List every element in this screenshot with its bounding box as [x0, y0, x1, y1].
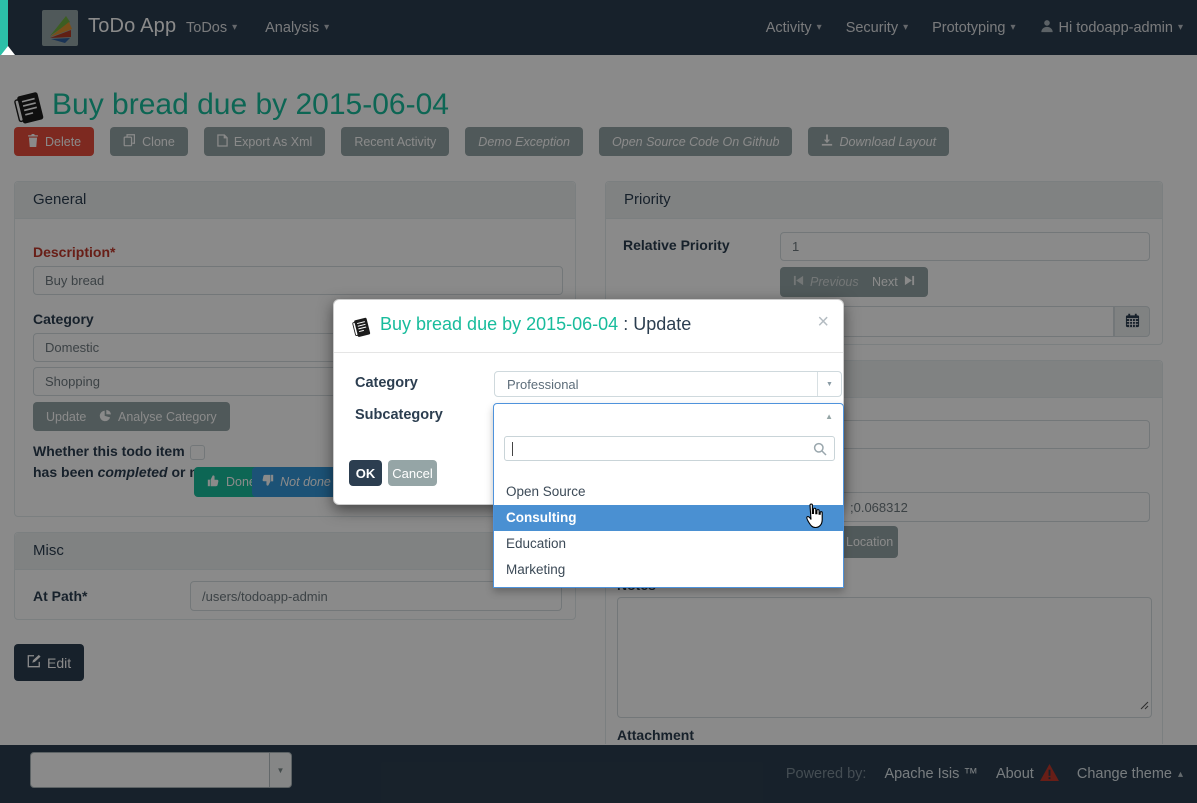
option-consulting[interactable]: Consulting — [494, 505, 843, 531]
cancel-button[interactable]: Cancel — [388, 460, 437, 486]
todo-app-window: ToDo App ToDos▾ Analysis▾ Activity▾ Secu… — [0, 0, 1197, 803]
dialog-header: Buy bread due by 2015-06-04 : Update × — [334, 300, 843, 353]
close-icon[interactable]: × — [817, 312, 829, 332]
todo-note-icon — [351, 315, 373, 346]
dialog-subcategory-label: Subcategory — [355, 407, 443, 423]
edge-notch-icon — [1, 46, 15, 55]
dialog-title: Buy bread due by 2015-06-04 : Update — [380, 314, 691, 335]
chevron-down-icon: ▼ — [817, 372, 841, 396]
ok-button[interactable]: OK — [349, 460, 382, 486]
subcategory-options: Open Source Consulting Education Marketi… — [494, 479, 843, 583]
option-education[interactable]: Education — [494, 531, 843, 557]
text-caret — [512, 442, 513, 456]
subcategory-search-input[interactable] — [504, 436, 835, 461]
dialog-category-select[interactable]: Professional ▼ — [494, 371, 842, 397]
option-open-source[interactable]: Open Source — [494, 479, 843, 505]
chevron-up-icon: ▲ — [825, 412, 833, 421]
option-marketing[interactable]: Marketing — [494, 557, 843, 583]
dialog-subcategory-dropdown: ▲ Open Source Consulting Education Marke… — [493, 403, 844, 588]
dialog-category-label: Category — [355, 375, 418, 391]
mouse-cursor-icon — [801, 503, 825, 534]
